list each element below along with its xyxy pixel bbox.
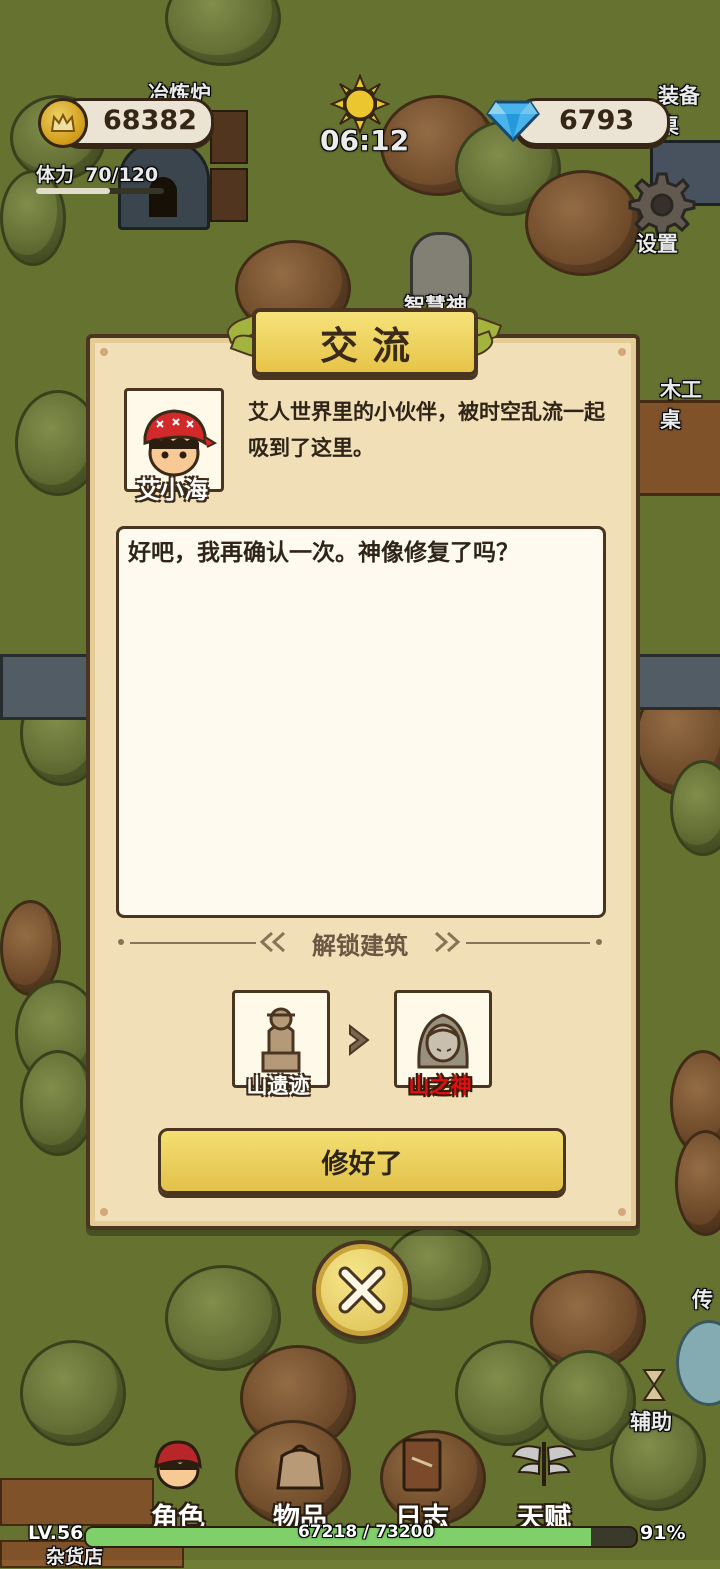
panel-corner-dot <box>100 1208 108 1216</box>
message-box <box>116 526 606 918</box>
divider-line <box>130 942 256 944</box>
xp-percent: 91% <box>640 1522 686 1544</box>
character-icon <box>154 1440 202 1490</box>
nav-journal[interactable]: 日志 <box>362 1436 482 1535</box>
panel-corner-dot <box>618 1208 626 1216</box>
journal-icon <box>402 1438 442 1492</box>
panel-corner-dot <box>100 348 108 356</box>
nav-talent[interactable]: 天赋 <box>484 1436 604 1535</box>
message-text: 好吧，我再确认一次。神像修复了吗？ <box>128 540 519 566</box>
wings-icon <box>511 1442 577 1486</box>
nav-character[interactable]: 角色 <box>118 1436 238 1535</box>
confirm-button-label: 修好了 <box>321 1148 403 1180</box>
player-level: LV.56 <box>28 1522 84 1544</box>
close-button[interactable] <box>312 1240 412 1340</box>
dialog-title-plate: 交流 <box>252 308 478 376</box>
double-chevron-right-icon <box>432 930 462 954</box>
divider-dot <box>596 939 602 945</box>
dialog-title: 交流 <box>319 323 424 368</box>
arrow-right-icon <box>344 1022 374 1058</box>
nav-items[interactable]: 物品 <box>240 1436 360 1535</box>
to-building-name: 山之神 <box>408 1074 472 1098</box>
xp-value: 67218 / 73200 <box>298 1522 435 1542</box>
close-icon <box>338 1266 386 1314</box>
from-building-name: 山遗迹 <box>246 1074 310 1098</box>
divider-line <box>466 942 590 944</box>
divider-dot <box>118 939 124 945</box>
character-description: 艾人世界里的小伙伴，被时空乱流一起吸到了这里。 <box>248 400 605 460</box>
character-name: 艾小海 <box>136 476 208 504</box>
panel-corner-dot <box>618 348 626 356</box>
bag-icon <box>276 1444 324 1490</box>
confirm-repaired-button[interactable]: 修好了 <box>158 1128 566 1194</box>
